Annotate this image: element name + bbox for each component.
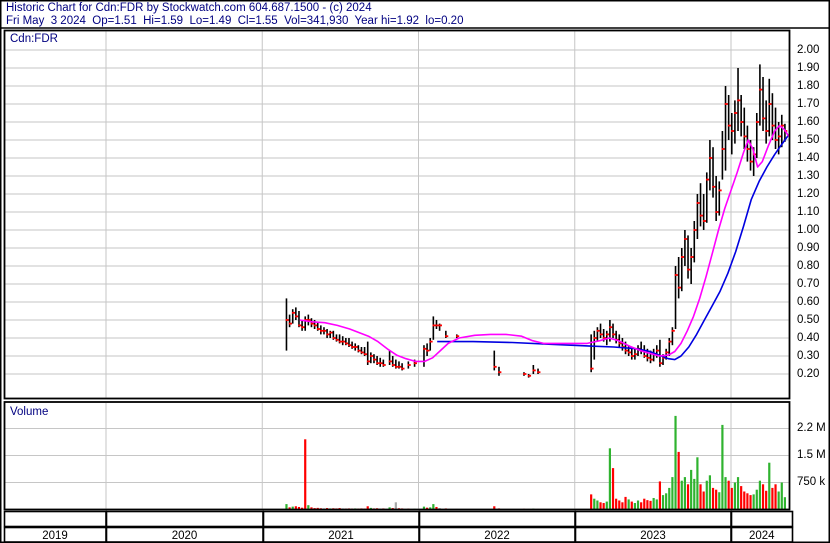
year-label: 2023 xyxy=(640,530,666,542)
volume-panel-label: Volume xyxy=(10,406,49,418)
chart-canvas xyxy=(0,0,830,543)
price-axis-label: 1.50 xyxy=(797,133,820,146)
volume-axis-label: 1.5 M xyxy=(797,449,826,461)
price-axis-label: 0.60 xyxy=(797,295,820,308)
stockwatch-historic-chart: Historic Chart for Cdn:FDR by Stockwatch… xyxy=(0,0,830,543)
price-axis-label: 0.90 xyxy=(797,241,820,254)
price-axis-label: 0.50 xyxy=(797,313,820,326)
year-label: 2021 xyxy=(328,530,354,542)
price-axis-label: 1.10 xyxy=(797,205,820,218)
volume-axis-label: 2.2 M xyxy=(797,422,826,434)
year-label: 2024 xyxy=(748,530,775,542)
price-axis-label: 1.70 xyxy=(797,97,820,110)
year-label: 2020 xyxy=(171,530,198,542)
price-axis-label: 0.20 xyxy=(797,367,820,380)
symbol-label: Cdn:FDR xyxy=(10,33,58,45)
price-axis-label: 1.80 xyxy=(797,79,820,92)
chart-header-line2: Fri May 3 2024 Op=1.51 Hi=1.59 Lo=1.49 C… xyxy=(6,15,464,27)
price-axis-label: 0.30 xyxy=(797,349,820,362)
price-axis-label: 0.70 xyxy=(797,277,820,290)
price-axis-label: 1.90 xyxy=(797,61,820,74)
year-label: 2022 xyxy=(484,530,510,542)
price-axis-label: 1.40 xyxy=(797,151,820,164)
price-axis-label: 1.60 xyxy=(797,115,820,128)
year-label: 2019 xyxy=(42,530,68,542)
price-axis-label: 1.00 xyxy=(797,223,820,236)
price-axis-label: 2.00 xyxy=(797,43,820,56)
price-axis-label: 1.20 xyxy=(797,187,820,200)
price-axis-label: 0.80 xyxy=(797,259,820,272)
price-axis-label: 0.40 xyxy=(797,331,820,344)
chart-header-line1: Historic Chart for Cdn:FDR by Stockwatch… xyxy=(6,2,372,14)
price-axis-label: 1.30 xyxy=(797,169,820,182)
volume-axis-label: 750 k xyxy=(797,476,826,488)
